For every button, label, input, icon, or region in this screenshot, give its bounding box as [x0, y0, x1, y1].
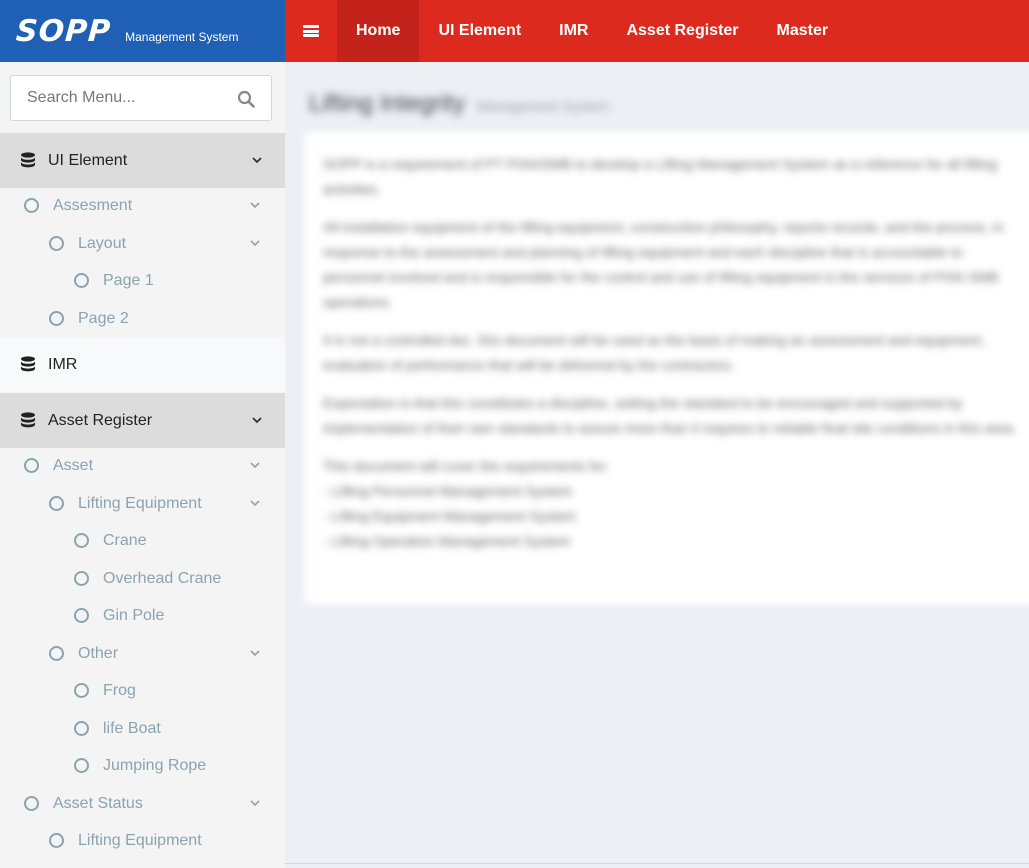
search-input[interactable] [11, 89, 221, 107]
circle-icon [74, 608, 89, 623]
circle-icon [49, 236, 64, 251]
sidebar-item-overhead-crane[interactable]: Overhead Crane [74, 560, 221, 597]
sidebar-item-status-lifting-equipment[interactable]: Lifting Equipment [49, 822, 202, 859]
sidebar-menu-label: IMR [48, 355, 78, 373]
nav-asset-register[interactable]: Asset Register [607, 0, 757, 62]
nav-home[interactable]: Home [337, 0, 420, 62]
circle-icon [74, 533, 89, 548]
list-intro: This document will cover the requirement… [323, 458, 610, 474]
content-header: Lifting Integrity Management System [309, 90, 609, 118]
circle-icon [74, 758, 89, 773]
main-content: Lifting Integrity Management System SOPP… [285, 62, 1029, 868]
content-paragraph: It is not a controlled doc. this documen… [323, 332, 985, 373]
search-box [10, 75, 272, 121]
nav-imr[interactable]: IMR [540, 0, 607, 62]
sidebar-item-jumping-rope[interactable]: Jumping Rope [74, 747, 206, 784]
sidebar-item-label: Asset Status [53, 794, 143, 812]
sidebar-item-page-1[interactable]: Page 1 [74, 262, 154, 299]
sidebar: UI Element Assesment Layout Page 1 Page … [0, 62, 285, 868]
sidebar-item-label: life Boat [103, 719, 161, 737]
list-item: - Lifting Operation Management System [323, 533, 571, 549]
brand-logo: SOPP [14, 13, 113, 49]
sidebar-item-crane[interactable]: Crane [74, 522, 147, 559]
chevron-down-icon [250, 500, 260, 507]
chevron-down-icon [250, 202, 260, 209]
circle-icon [74, 571, 89, 586]
nav-ui-element[interactable]: UI Element [419, 0, 540, 62]
circle-icon [74, 273, 89, 288]
brand-logo-area[interactable]: SOPP Management System [0, 0, 285, 62]
database-icon [21, 411, 35, 427]
circle-icon [24, 796, 39, 811]
chevron-down-icon [250, 650, 260, 657]
top-navigation: Home UI Element IMR Asset Register Maste… [285, 0, 1029, 62]
circle-icon [74, 683, 89, 698]
sidebar-item-label: Gin Pole [103, 606, 165, 624]
sidebar-item-label: Page 2 [78, 309, 129, 327]
hamburger-icon [303, 25, 319, 37]
database-icon [21, 151, 35, 167]
chevron-down-icon [252, 157, 262, 164]
chevron-down-icon [252, 417, 262, 424]
sidebar-item-label: Lifting Equipment [78, 494, 202, 512]
circle-icon [24, 198, 39, 213]
sidebar-item-life-boat[interactable]: life Boat [74, 710, 161, 747]
sidebar-item-label: Other [78, 644, 119, 662]
circle-icon [49, 496, 64, 511]
sidebar-item-gin-pole[interactable]: Gin Pole [74, 597, 164, 634]
list-item: - Lifting Personnel Management System [323, 483, 573, 499]
sidebar-item-asset-status[interactable]: Asset Status [24, 785, 285, 822]
sidebar-item-assesment[interactable]: Assesment [24, 187, 285, 224]
sidebar-item-label: Page 1 [103, 271, 154, 289]
sidebar-item-label: Overhead Crane [103, 569, 222, 587]
sidebar-item-lifting-equipment[interactable]: Lifting Equipment [49, 485, 285, 522]
sidebar-item-frog[interactable]: Frog [74, 672, 136, 709]
sidebar-menu-label: Asset Register [48, 411, 153, 429]
sidebar-item-label: Frog [103, 681, 136, 699]
content-paragraph: SOPP is a requirement of PT PGN/SMB to d… [323, 156, 998, 197]
sidebar-item-label: Assesment [53, 196, 133, 214]
chevron-down-icon [250, 462, 260, 469]
circle-icon [74, 721, 89, 736]
sidebar-item-label: Layout [78, 234, 127, 252]
circle-icon [49, 646, 64, 661]
page-subtitle: Management System [477, 98, 610, 114]
circle-icon [49, 311, 64, 326]
content-paragraph: Expectation is that this constitutes a d… [323, 395, 1017, 436]
content-box: SOPP is a requirement of PT PGN/SMB to d… [305, 132, 1029, 604]
sidebar-item-label: Lifting Equipment [78, 831, 202, 849]
sidebar-menu-label: UI Element [48, 151, 128, 169]
page-title: Lifting Integrity [309, 90, 466, 117]
sidebar-menu-ui-element[interactable]: UI Element [0, 133, 285, 188]
nav-master[interactable]: Master [758, 0, 848, 62]
sidebar-item-label: Asset [53, 456, 94, 474]
sidebar-menu-asset-register[interactable]: Asset Register [0, 393, 285, 448]
sidebar-toggle-button[interactable] [285, 0, 337, 62]
sidebar-item-layout[interactable]: Layout [49, 225, 285, 262]
brand-subtitle: Management System [125, 30, 239, 44]
list-item: - Lifting Equipment Management System [323, 508, 576, 524]
circle-icon [24, 458, 39, 473]
sidebar-menu-imr[interactable]: IMR [0, 337, 285, 392]
content-divider [285, 863, 1029, 864]
sidebar-item-label: Jumping Rope [103, 756, 207, 774]
sidebar-item-page-2[interactable]: Page 2 [49, 300, 129, 337]
search-icon[interactable] [237, 90, 255, 108]
sidebar-item-label: Crane [103, 531, 147, 549]
sidebar-item-asset[interactable]: Asset [24, 447, 285, 484]
chevron-down-icon [250, 240, 260, 247]
sidebar-item-other[interactable]: Other [49, 635, 285, 672]
content-paragraph: All installation equipment of the liftin… [323, 219, 1004, 310]
circle-icon [49, 833, 64, 848]
chevron-down-icon [250, 800, 260, 807]
database-icon [21, 355, 35, 371]
